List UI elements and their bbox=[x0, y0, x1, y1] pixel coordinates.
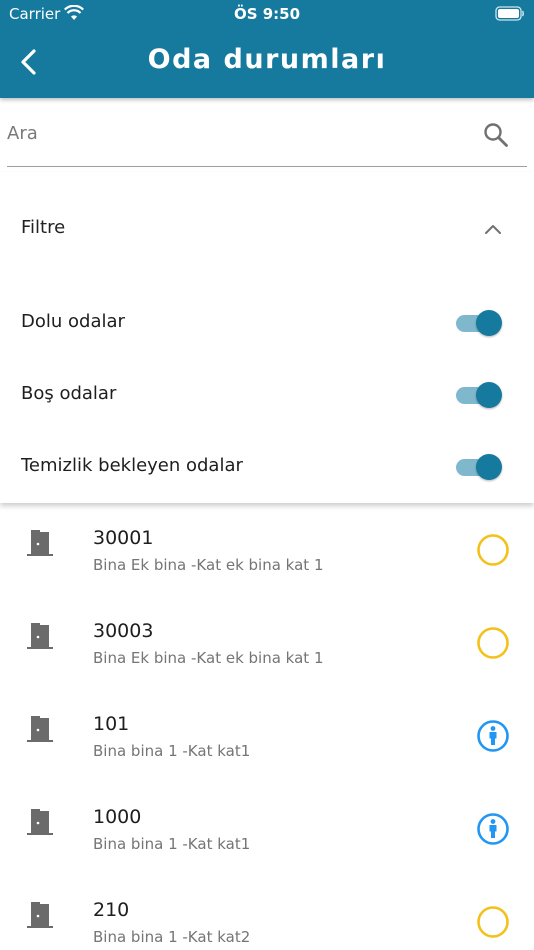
room-number: 1000 bbox=[93, 806, 142, 828]
filter-panel: Filtre Dolu odalar Boş odalar Temizlik b… bbox=[0, 172, 534, 503]
battery-icon bbox=[495, 6, 524, 21]
search-input[interactable] bbox=[7, 118, 467, 148]
door-icon bbox=[27, 623, 53, 649]
toggle-label: Temizlik bekleyen odalar bbox=[21, 455, 243, 476]
room-number: 30003 bbox=[93, 620, 154, 642]
room-item[interactable]: 30003 Bina Ek bina -Kat ek bina kat 1 bbox=[0, 596, 534, 689]
toggle-row-temizlik-bekleyen: Temizlik bekleyen odalar bbox=[0, 442, 534, 492]
empty-circle-icon bbox=[477, 627, 509, 659]
status-bar: Carrier ÖS 9:50 bbox=[0, 0, 534, 28]
room-number: 210 bbox=[93, 899, 130, 921]
room-location: Bina bina 1 -Kat kat1 bbox=[93, 742, 251, 760]
bos-odalar-switch[interactable] bbox=[454, 380, 502, 410]
status-clock: ÖS 9:50 bbox=[233, 5, 301, 23]
empty-circle-icon bbox=[477, 906, 509, 938]
room-number: 30001 bbox=[93, 527, 154, 549]
filter-header[interactable]: Filtre bbox=[0, 200, 534, 260]
switch-knob bbox=[476, 382, 502, 408]
toggle-label: Dolu odalar bbox=[21, 311, 125, 332]
switch-knob bbox=[476, 310, 502, 336]
room-list: 30001 Bina Ek bina -Kat ek bina kat 1 30… bbox=[0, 503, 534, 950]
search-bar bbox=[7, 104, 527, 167]
filter-title: Filtre bbox=[21, 217, 66, 238]
room-item[interactable]: 101 Bina bina 1 -Kat kat1 bbox=[0, 689, 534, 782]
empty-circle-icon bbox=[477, 534, 509, 566]
room-location: Bina bina 1 -Kat kat2 bbox=[93, 928, 251, 946]
temizlik-bekleyen-switch[interactable] bbox=[454, 452, 502, 482]
room-location: Bina Ek bina -Kat ek bina kat 1 bbox=[93, 556, 324, 574]
room-number: 101 bbox=[93, 713, 130, 735]
occupied-person-icon bbox=[477, 720, 509, 752]
chevron-up-icon[interactable] bbox=[484, 222, 502, 236]
door-icon bbox=[27, 530, 53, 556]
page-title: Oda durumları bbox=[147, 44, 387, 75]
search-icon[interactable] bbox=[483, 122, 509, 148]
toggle-row-bos-odalar: Boş odalar bbox=[0, 370, 534, 420]
switch-knob bbox=[476, 454, 502, 480]
toggle-label: Boş odalar bbox=[21, 383, 117, 404]
room-item[interactable]: 30001 Bina Ek bina -Kat ek bina kat 1 bbox=[0, 503, 534, 596]
room-item[interactable]: 1000 Bina bina 1 -Kat kat1 bbox=[0, 782, 534, 875]
occupied-person-icon bbox=[477, 813, 509, 845]
room-item[interactable]: 210 Bina bina 1 -Kat kat2 bbox=[0, 875, 534, 950]
room-location: Bina Ek bina -Kat ek bina kat 1 bbox=[93, 649, 324, 667]
toggle-row-dolu-odalar: Dolu odalar bbox=[0, 298, 534, 348]
room-location: Bina bina 1 -Kat kat1 bbox=[93, 835, 251, 853]
door-icon bbox=[27, 716, 53, 742]
door-icon bbox=[27, 902, 53, 928]
door-icon bbox=[27, 809, 53, 835]
app-header: Carrier ÖS 9:50 Oda durumları bbox=[0, 0, 534, 98]
dolu-odalar-switch[interactable] bbox=[454, 308, 502, 338]
